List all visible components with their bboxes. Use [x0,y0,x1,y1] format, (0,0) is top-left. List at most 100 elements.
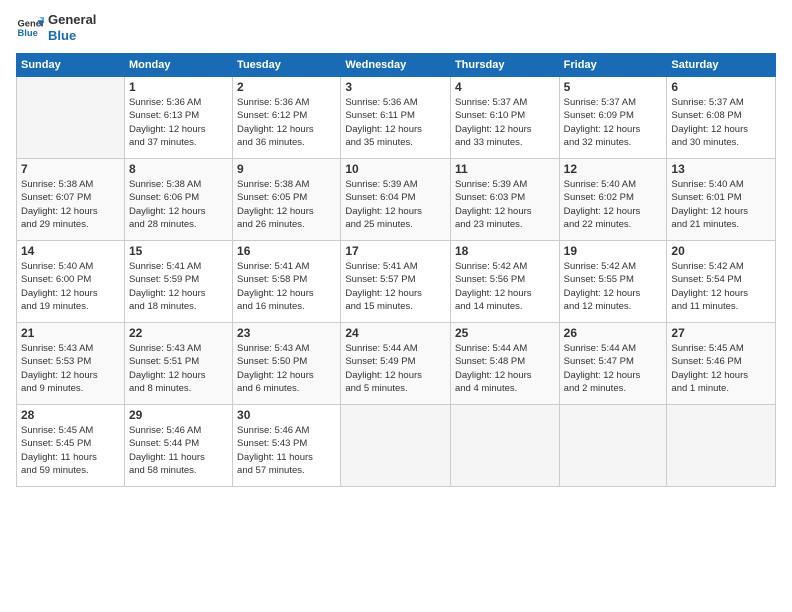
day-info: Sunrise: 5:43 AM Sunset: 5:50 PM Dayligh… [237,342,336,395]
day-info: Sunrise: 5:37 AM Sunset: 6:10 PM Dayligh… [455,96,555,149]
day-info: Sunrise: 5:46 AM Sunset: 5:43 PM Dayligh… [237,424,336,477]
calendar-cell: 20 Sunrise: 5:42 AM Sunset: 5:54 PM Dayli… [667,241,776,323]
weekday-header-friday: Friday [559,54,667,77]
calendar-cell: 11 Sunrise: 5:39 AM Sunset: 6:03 PM Dayli… [450,159,559,241]
day-number: 7 [21,162,120,176]
calendar-cell: 4 Sunrise: 5:37 AM Sunset: 6:10 PM Daylig… [450,77,559,159]
day-info: Sunrise: 5:41 AM Sunset: 5:59 PM Dayligh… [129,260,228,313]
day-number: 22 [129,326,228,340]
calendar-cell: 9 Sunrise: 5:38 AM Sunset: 6:05 PM Daylig… [233,159,341,241]
calendar-cell: 21 Sunrise: 5:43 AM Sunset: 5:53 PM Dayli… [17,323,125,405]
day-number: 1 [129,80,228,94]
day-number: 26 [564,326,663,340]
calendar-cell: 24 Sunrise: 5:44 AM Sunset: 5:49 PM Dayli… [341,323,451,405]
calendar-cell [667,405,776,487]
day-info: Sunrise: 5:40 AM Sunset: 6:00 PM Dayligh… [21,260,120,313]
day-info: Sunrise: 5:38 AM Sunset: 6:05 PM Dayligh… [237,178,336,231]
calendar-cell [450,405,559,487]
day-number: 3 [345,80,446,94]
day-number: 23 [237,326,336,340]
day-info: Sunrise: 5:38 AM Sunset: 6:07 PM Dayligh… [21,178,120,231]
day-number: 29 [129,408,228,422]
calendar-cell: 14 Sunrise: 5:40 AM Sunset: 6:00 PM Dayli… [17,241,125,323]
day-number: 14 [21,244,120,258]
day-info: Sunrise: 5:42 AM Sunset: 5:55 PM Dayligh… [564,260,663,313]
day-info: Sunrise: 5:43 AM Sunset: 5:53 PM Dayligh… [21,342,120,395]
calendar-cell: 27 Sunrise: 5:45 AM Sunset: 5:46 PM Dayli… [667,323,776,405]
calendar-cell: 7 Sunrise: 5:38 AM Sunset: 6:07 PM Daylig… [17,159,125,241]
calendar-cell: 8 Sunrise: 5:38 AM Sunset: 6:06 PM Daylig… [124,159,232,241]
day-info: Sunrise: 5:43 AM Sunset: 5:51 PM Dayligh… [129,342,228,395]
day-number: 12 [564,162,663,176]
svg-text:Blue: Blue [18,27,38,37]
day-info: Sunrise: 5:39 AM Sunset: 6:03 PM Dayligh… [455,178,555,231]
weekday-header-wednesday: Wednesday [341,54,451,77]
day-info: Sunrise: 5:44 AM Sunset: 5:48 PM Dayligh… [455,342,555,395]
day-info: Sunrise: 5:42 AM Sunset: 5:54 PM Dayligh… [671,260,771,313]
day-number: 15 [129,244,228,258]
calendar-cell: 5 Sunrise: 5:37 AM Sunset: 6:09 PM Daylig… [559,77,667,159]
calendar-cell: 16Sunrise: 5:41 AM Sunset: 5:58 PM Dayli… [233,241,341,323]
calendar-cell [17,77,125,159]
calendar-cell: 17 Sunrise: 5:41 AM Sunset: 5:57 PM Dayli… [341,241,451,323]
calendar-cell: 1 Sunrise: 5:36 AM Sunset: 6:13 PM Daylig… [124,77,232,159]
day-number: 10 [345,162,446,176]
calendar-week-3: 14 Sunrise: 5:40 AM Sunset: 6:00 PM Dayli… [17,241,776,323]
day-number: 25 [455,326,555,340]
calendar-week-1: 1 Sunrise: 5:36 AM Sunset: 6:13 PM Daylig… [17,77,776,159]
day-number: 16 [237,244,336,258]
day-info: Sunrise: 5:37 AM Sunset: 6:09 PM Dayligh… [564,96,663,149]
calendar-cell: 15 Sunrise: 5:41 AM Sunset: 5:59 PM Dayli… [124,241,232,323]
weekday-header-thursday: Thursday [450,54,559,77]
weekday-header-row: SundayMondayTuesdayWednesdayThursdayFrid… [17,54,776,77]
day-number: 21 [21,326,120,340]
day-info: Sunrise: 5:36 AM Sunset: 6:12 PM Dayligh… [237,96,336,149]
calendar-cell: 10Sunrise: 5:39 AM Sunset: 6:04 PM Dayli… [341,159,451,241]
day-number: 17 [345,244,446,258]
logo: General Blue General Blue [16,12,96,43]
day-number: 19 [564,244,663,258]
day-info: Sunrise: 5:38 AM Sunset: 6:06 PM Dayligh… [129,178,228,231]
logo-text-general: General [48,12,96,28]
weekday-header-saturday: Saturday [667,54,776,77]
calendar-cell [559,405,667,487]
day-number: 9 [237,162,336,176]
calendar-cell: 13 Sunrise: 5:40 AM Sunset: 6:01 PM Dayli… [667,159,776,241]
day-number: 27 [671,326,771,340]
day-info: Sunrise: 5:44 AM Sunset: 5:47 PM Dayligh… [564,342,663,395]
day-number: 18 [455,244,555,258]
logo-text-blue: Blue [48,28,96,44]
logo-icon: General Blue [16,14,44,42]
calendar-week-4: 21 Sunrise: 5:43 AM Sunset: 5:53 PM Dayli… [17,323,776,405]
day-info: Sunrise: 5:46 AM Sunset: 5:44 PM Dayligh… [129,424,228,477]
day-info: Sunrise: 5:41 AM Sunset: 5:57 PM Dayligh… [345,260,446,313]
day-info: Sunrise: 5:36 AM Sunset: 6:13 PM Dayligh… [129,96,228,149]
calendar-cell: 2 Sunrise: 5:36 AM Sunset: 6:12 PM Daylig… [233,77,341,159]
day-info: Sunrise: 5:40 AM Sunset: 6:01 PM Dayligh… [671,178,771,231]
day-number: 8 [129,162,228,176]
weekday-header-sunday: Sunday [17,54,125,77]
day-info: Sunrise: 5:45 AM Sunset: 5:45 PM Dayligh… [21,424,120,477]
day-info: Sunrise: 5:44 AM Sunset: 5:49 PM Dayligh… [345,342,446,395]
day-number: 13 [671,162,771,176]
day-number: 5 [564,80,663,94]
day-info: Sunrise: 5:37 AM Sunset: 6:08 PM Dayligh… [671,96,771,149]
calendar-cell: 30Sunrise: 5:46 AM Sunset: 5:43 PM Dayli… [233,405,341,487]
calendar-cell [341,405,451,487]
day-number: 2 [237,80,336,94]
day-number: 4 [455,80,555,94]
day-info: Sunrise: 5:36 AM Sunset: 6:11 PM Dayligh… [345,96,446,149]
day-number: 11 [455,162,555,176]
day-number: 20 [671,244,771,258]
day-number: 28 [21,408,120,422]
calendar-cell: 18 Sunrise: 5:42 AM Sunset: 5:56 PM Dayli… [450,241,559,323]
page-header: General Blue General Blue [16,12,776,43]
calendar-cell: 3 Sunrise: 5:36 AM Sunset: 6:11 PM Daylig… [341,77,451,159]
day-number: 24 [345,326,446,340]
day-info: Sunrise: 5:45 AM Sunset: 5:46 PM Dayligh… [671,342,771,395]
calendar-cell: 6Sunrise: 5:37 AM Sunset: 6:08 PM Daylig… [667,77,776,159]
calendar-cell: 12 Sunrise: 5:40 AM Sunset: 6:02 PM Dayli… [559,159,667,241]
day-info: Sunrise: 5:40 AM Sunset: 6:02 PM Dayligh… [564,178,663,231]
calendar-week-2: 7 Sunrise: 5:38 AM Sunset: 6:07 PM Daylig… [17,159,776,241]
day-info: Sunrise: 5:42 AM Sunset: 5:56 PM Dayligh… [455,260,555,313]
